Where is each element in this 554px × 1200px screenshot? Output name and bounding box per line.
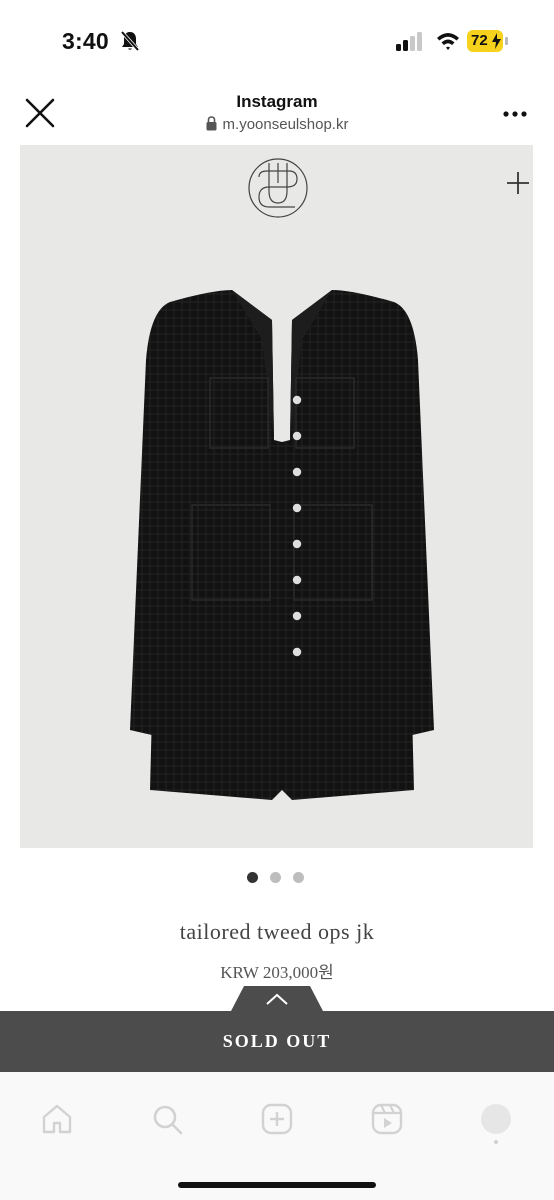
browser-url[interactable]: m.yoonseulshop.kr: [0, 116, 554, 133]
more-icon[interactable]: [502, 110, 528, 118]
sold-out-label: SOLD OUT: [222, 1031, 332, 1051]
battery-percent: 72: [471, 32, 488, 49]
browser-title: Instagram: [236, 92, 318, 111]
profile-avatar[interactable]: [481, 1104, 511, 1134]
browser-url-text: m.yoonseulshop.kr: [222, 116, 349, 133]
jacket-photo: [130, 290, 434, 800]
status-time: 3:40: [62, 28, 109, 54]
brand-logo-icon[interactable]: [247, 157, 309, 219]
battery-level: 72: [467, 30, 503, 52]
bottom-nav: [0, 1072, 554, 1200]
battery-tip: [505, 37, 508, 45]
in-app-browser-header: Instagram m.yoonseulshop.kr: [0, 80, 554, 145]
carousel-dot-active[interactable]: [247, 872, 258, 883]
battery-icon: 72: [467, 30, 511, 52]
lock-icon: [206, 116, 217, 131]
signal-icon: [396, 32, 422, 51]
bell-slash-icon: [120, 30, 140, 52]
reels-icon[interactable]: [370, 1102, 404, 1136]
chevron-up-icon[interactable]: [230, 986, 324, 1013]
search-icon[interactable]: [150, 1102, 184, 1136]
carousel-dot[interactable]: [293, 872, 304, 883]
status-bar: 3:40 72: [0, 0, 554, 80]
wifi-icon: [437, 33, 459, 50]
home-icon[interactable]: [40, 1102, 74, 1136]
notification-dot: [494, 1140, 498, 1144]
plus-icon[interactable]: [506, 171, 530, 195]
product-name: tailored tweed ops jk: [179, 919, 375, 944]
charging-bolt-icon: [492, 33, 501, 49]
sold-out-bar[interactable]: SOLD OUT: [0, 1011, 554, 1072]
product-image[interactable]: [20, 145, 533, 848]
home-indicator[interactable]: [178, 1182, 376, 1188]
carousel-dot[interactable]: [270, 872, 281, 883]
product-price: KRW 203,000원: [220, 963, 334, 982]
create-icon[interactable]: [260, 1102, 294, 1136]
